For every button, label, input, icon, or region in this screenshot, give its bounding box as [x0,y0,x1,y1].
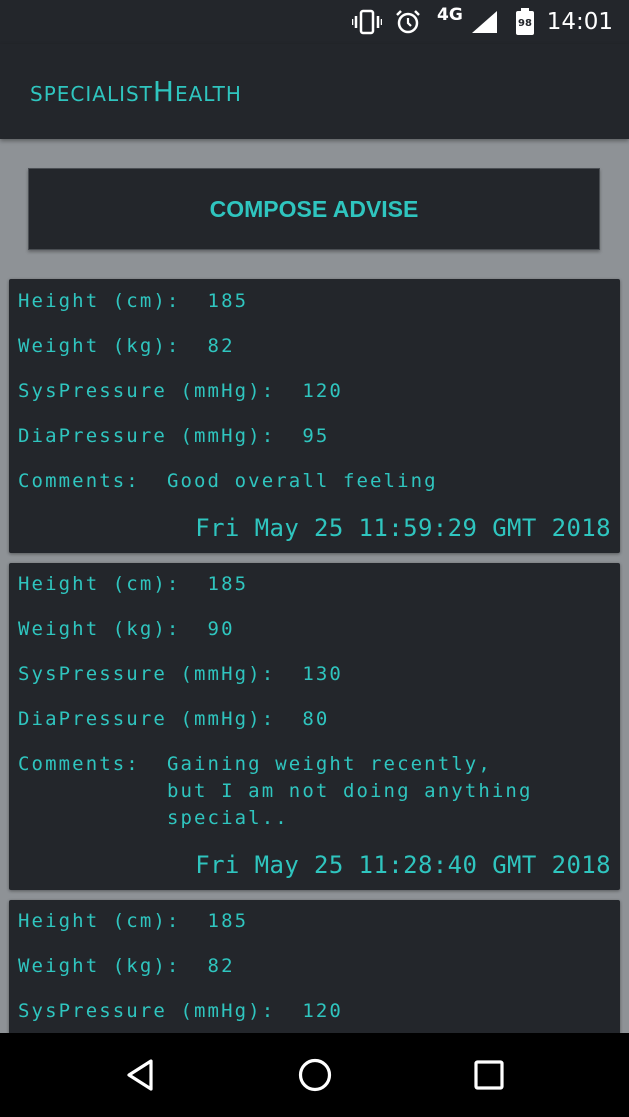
weight-row: Weight (kg): 82 [18,953,628,980]
sys-pressure-value: 120 [302,1000,343,1022]
dia-pressure-label: DiaPressure (mmHg): [18,425,303,447]
dia-pressure-value: 95 [302,425,330,447]
height-row: Height (cm): 185 [18,908,628,935]
dia-pressure-row: DiaPressure (mmHg): 95 [18,423,629,450]
sys-pressure-row: SysPressure (mmHg): 130 [18,661,629,688]
record-card: Height (cm): 185 Weight (kg): 90 SysPres… [9,563,620,890]
comments-label: Comments: [18,470,167,492]
weight-value: 90 [207,618,235,640]
signal-icon [472,11,497,33]
sys-pressure-label: SysPressure (mmHg): [18,1000,303,1022]
height-label: Height (cm): [18,910,208,932]
sys-pressure-value: 130 [302,663,343,685]
battery-level: 98 [518,17,532,29]
weight-label: Weight (kg): [18,618,208,640]
home-icon[interactable] [295,1055,335,1095]
weight-row: Weight (kg): 90 [18,616,628,643]
weight-value: 82 [207,335,235,357]
vibrate-icon [352,9,382,35]
weight-value: 82 [207,955,235,977]
sys-pressure-value: 120 [302,380,343,402]
comments-row: Comments: Good overall feeling [18,468,587,495]
dia-pressure-value: 80 [302,708,330,730]
record-card: Height (cm): 185 Weight (kg): 82 SysPres… [9,279,620,553]
network-type-label: 4G [437,5,463,25]
weight-row: Weight (kg): 82 [18,333,628,360]
record-timestamp: Fri May 25 11:59:29 GMT 2018 [195,514,611,542]
clock-time: 14:01 [546,9,613,35]
battery-icon: 98 [516,8,534,35]
alarm-icon [396,10,420,34]
sys-pressure-label: SysPressure (mmHg): [18,663,303,685]
dia-pressure-row: DiaPressure (mmHg): 80 [18,706,629,733]
height-value: 185 [207,910,249,932]
compose-advise-button[interactable]: COMPOSE ADVISE [28,168,600,250]
height-label: Height (cm): [18,290,208,312]
dia-pressure-label: DiaPressure (mmHg): [18,708,303,730]
records-list[interactable]: COMPOSE ADVISE Height (cm): 185 Weight (… [0,140,629,1033]
record-timestamp: Fri May 25 11:28:40 GMT 2018 [195,851,611,879]
height-row: Height (cm): 185 [18,571,628,598]
back-icon[interactable] [122,1055,162,1095]
navigation-bar [0,1033,629,1117]
comments-value: Gaining weight recently, but I am not do… [166,753,533,829]
record-card: Height (cm): 185 Weight (kg): 82 SysPres… [9,900,620,1033]
comments-value: Good overall feeling [166,470,438,492]
comments-label: Comments: [18,753,167,775]
height-label: Height (cm): [18,573,208,595]
height-value: 185 [207,290,249,312]
recents-icon[interactable] [469,1055,509,1095]
app-bar: specialistHealth [0,44,629,139]
sys-pressure-row: SysPressure (mmHg): 120 [18,378,629,405]
weight-label: Weight (kg): [18,955,208,977]
sys-pressure-label: SysPressure (mmHg): [18,380,303,402]
sys-pressure-row: SysPressure (mmHg): 120 [18,998,629,1025]
app-title: specialistHealth [30,75,242,108]
status-bar: 4G 98 14:01 [0,0,629,44]
height-value: 185 [207,573,249,595]
weight-label: Weight (kg): [18,335,208,357]
height-row: Height (cm): 185 [18,288,628,315]
comments-row: Comments: Gaining weight recently, but I… [18,751,587,832]
